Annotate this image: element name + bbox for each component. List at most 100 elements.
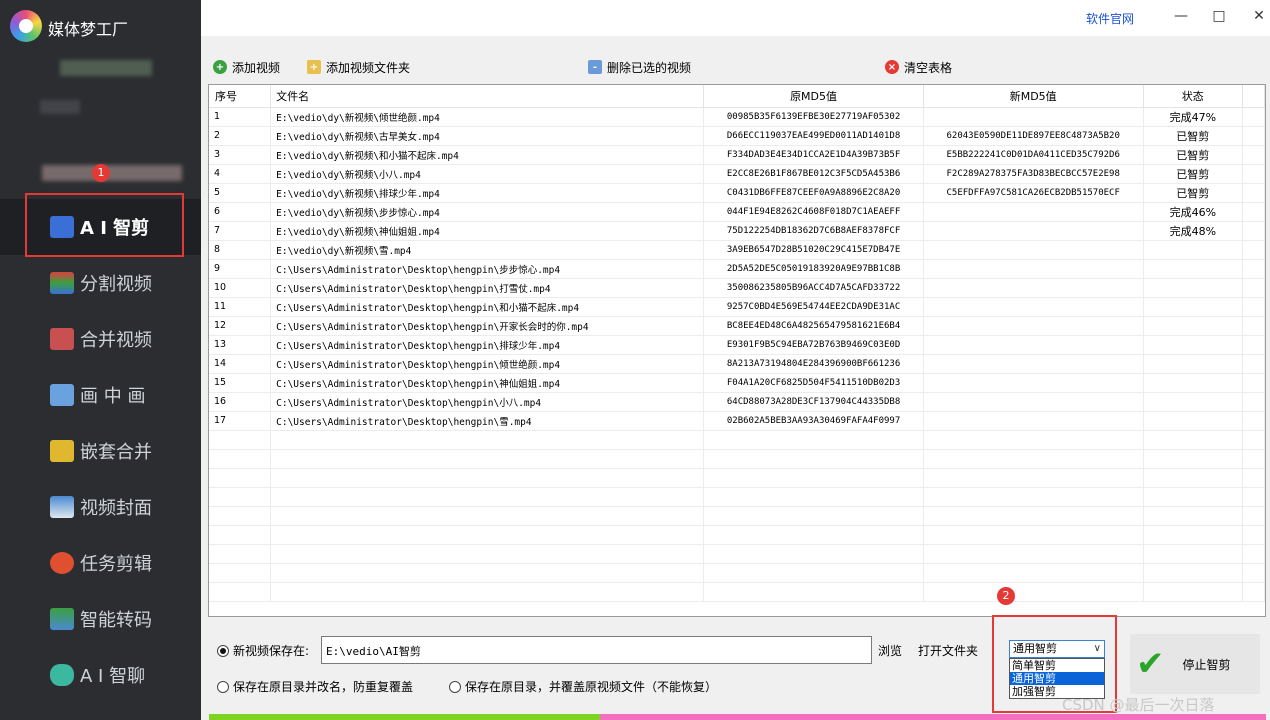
table-row[interactable]: 12 C:\Users\Administrator\Desktop\hengpin… [209, 316, 1265, 336]
clear-icon: × [885, 60, 899, 74]
sidebar-item-ai-chat[interactable]: A I 智聊 [0, 647, 201, 703]
add-video-button[interactable]: + 添加视频 [209, 56, 284, 78]
empty-cell [703, 582, 924, 602]
cell-file: C:\Users\Administrator\Desktop\hengpin\和… [270, 297, 705, 317]
cell-spacer [1242, 126, 1265, 146]
radio-selected-icon [217, 644, 229, 657]
cell-status [1143, 240, 1244, 260]
empty-cell [270, 449, 705, 469]
table-row[interactable]: 9 C:\Users\Administrator\Desktop\hengpin\… [209, 259, 1265, 279]
empty-cell [270, 430, 705, 450]
redacted-username [42, 165, 182, 181]
cell-idx: 16 [209, 392, 272, 412]
table-row[interactable]: 11 C:\Users\Administrator\Desktop\hengpin… [209, 297, 1265, 317]
delete-selected-button[interactable]: - 删除已选的视频 [584, 56, 695, 78]
mode-option-simple[interactable]: 简单智剪 [1010, 659, 1104, 672]
cell-idx: 4 [209, 164, 272, 184]
table-row[interactable]: 8 E:\vedio\dy\新视频\雪.mp4 3A9EB6547D28B51020… [209, 240, 1265, 260]
sidebar-item-pip[interactable]: 画 中 画 [0, 367, 201, 423]
browse-button[interactable]: 浏览 [878, 642, 902, 659]
video-table[interactable]: 序号 文件名 原MD5值 新MD5值 状态 1 E:\vedio\dy\新视频\倾… [208, 84, 1266, 617]
sidebar-item-merge-video[interactable]: 合并视频 [0, 311, 201, 367]
split-video-icon [50, 272, 74, 294]
header-old-md5[interactable]: 原MD5值 [703, 85, 924, 108]
cell-file: C:\Users\Administrator\Desktop\hengpin\排… [270, 335, 705, 355]
table-row[interactable]: 10 C:\Users\Administrator\Desktop\hengpin… [209, 278, 1265, 298]
cell-old-md5: 9257C0BD4E569E54744EE2CDA9DE31AC [703, 297, 924, 317]
cell-spacer [1242, 354, 1265, 374]
empty-cell [270, 563, 705, 583]
folder-add-icon: + [307, 60, 321, 74]
add-folder-label: 添加视频文件夹 [326, 60, 411, 75]
cell-idx: 1 [209, 107, 272, 127]
add-folder-button[interactable]: + 添加视频文件夹 [303, 56, 414, 78]
mode-select[interactable]: 通用智剪 ∨ [1009, 640, 1105, 658]
table-row[interactable]: 1 E:\vedio\dy\新视频\倾世绝颜.mp4 00985B35F6139EF… [209, 107, 1265, 127]
table-row[interactable]: 15 C:\Users\Administrator\Desktop\hengpin… [209, 373, 1265, 393]
save-path-input[interactable]: E:\vedio\AI智剪 [321, 636, 872, 664]
table-row[interactable]: 16 C:\Users\Administrator\Desktop\hengpin… [209, 392, 1265, 412]
save-new-radio[interactable]: 新视频保存在: [217, 642, 309, 659]
cell-status [1143, 297, 1244, 317]
cell-new-md5: C5EFDFFA97C581CA26ECB2DB51570ECF [923, 183, 1144, 203]
empty-cell [923, 506, 1144, 526]
stop-cut-button[interactable]: ✔ 停止智剪 [1130, 634, 1260, 694]
sidebar-item-nest-merge[interactable]: 嵌套合并 [0, 423, 201, 479]
cell-idx: 2 [209, 126, 272, 146]
open-folder-button[interactable]: 打开文件夹 [918, 642, 978, 659]
video-cover-icon [50, 496, 74, 518]
table-row[interactable]: 3 E:\vedio\dy\新视频\和小猫不起床.mp4 F334DAD3E4E34… [209, 145, 1265, 165]
cell-status [1143, 316, 1244, 336]
chevron-down-icon[interactable]: ∨ [1094, 641, 1101, 657]
empty-row [209, 430, 1265, 450]
table-row[interactable]: 17 C:\Users\Administrator\Desktop\hengpin… [209, 411, 1265, 431]
table-row[interactable]: 14 C:\Users\Administrator\Desktop\hengpin… [209, 354, 1265, 374]
sidebar-item-transcode[interactable]: 智能转码 [0, 591, 201, 647]
sidebar-item-task-edit[interactable]: 任务剪辑 [0, 535, 201, 591]
empty-cell [209, 468, 272, 488]
header-status[interactable]: 状态 [1143, 85, 1244, 108]
header-filename[interactable]: 文件名 [270, 85, 705, 108]
cell-file: E:\vedio\dy\新视频\步步惊心.mp4 [270, 202, 705, 222]
table-row[interactable]: 13 C:\Users\Administrator\Desktop\hengpin… [209, 335, 1265, 355]
empty-cell [1143, 449, 1244, 469]
header-index[interactable]: 序号 [209, 85, 272, 108]
cell-status [1143, 278, 1244, 298]
sidebar-item-label: 合并视频 [80, 330, 152, 351]
save-rename-radio[interactable]: 保存在原目录并改名，防重复覆盖 [217, 678, 413, 695]
add-video-label: 添加视频 [232, 60, 281, 75]
empty-cell [703, 525, 924, 545]
cell-file: E:\vedio\dy\新视频\和小猫不起床.mp4 [270, 145, 705, 165]
cell-status [1143, 354, 1244, 374]
cell-new-md5 [923, 411, 1144, 431]
sidebar-item-video-cover[interactable]: 视频封面 [0, 479, 201, 535]
clear-table-label: 清空表格 [904, 60, 953, 75]
clear-table-button[interactable]: × 清空表格 [881, 56, 956, 78]
sidebar-item-label: 任务剪辑 [80, 554, 152, 575]
cell-file: E:\vedio\dy\新视频\小八.mp4 [270, 164, 705, 184]
empty-cell [209, 582, 272, 602]
save-overwrite-radio[interactable]: 保存在原目录，并覆盖原视频文件（不能恢复） [449, 678, 717, 695]
sidebar-item-split-video[interactable]: 分割视频 [0, 255, 201, 311]
minimize-icon[interactable]: — [1171, 8, 1191, 24]
nest-merge-icon [50, 440, 74, 462]
table-row[interactable]: 5 E:\vedio\dy\新视频\排球少年.mp4 C0431DB6FFE87CE… [209, 183, 1265, 203]
table-row[interactable]: 4 E:\vedio\dy\新视频\小八.mp4 E2CC8E26B1F867BE0… [209, 164, 1265, 184]
empty-cell [923, 582, 1144, 602]
header-new-md5[interactable]: 新MD5值 [923, 85, 1144, 108]
mode-option-general[interactable]: 通用智剪 [1010, 672, 1104, 685]
official-site-link[interactable]: 软件官网 [1086, 10, 1134, 27]
table-row[interactable]: 6 E:\vedio\dy\新视频\步步惊心.mp4 044F1E94E8262C4… [209, 202, 1265, 222]
cell-idx: 13 [209, 335, 272, 355]
add-icon: + [213, 60, 227, 74]
table-row[interactable]: 2 E:\vedio\dy\新视频\古早美女.mp4 D66ECC119037EAE… [209, 126, 1265, 146]
cell-new-md5: E5BB222241C0D01DA0411CED35C792D6 [923, 145, 1144, 165]
cell-idx: 10 [209, 278, 272, 298]
close-icon[interactable]: ✕ [1249, 8, 1269, 24]
empty-cell [1143, 582, 1244, 602]
empty-cell [209, 449, 272, 469]
cell-new-md5 [923, 221, 1144, 241]
maximize-icon[interactable]: □ [1209, 8, 1229, 24]
step-badge-2: 2 [997, 587, 1015, 605]
table-row[interactable]: 7 E:\vedio\dy\新视频\神仙姐姐.mp4 75D122254DB1836… [209, 221, 1265, 241]
